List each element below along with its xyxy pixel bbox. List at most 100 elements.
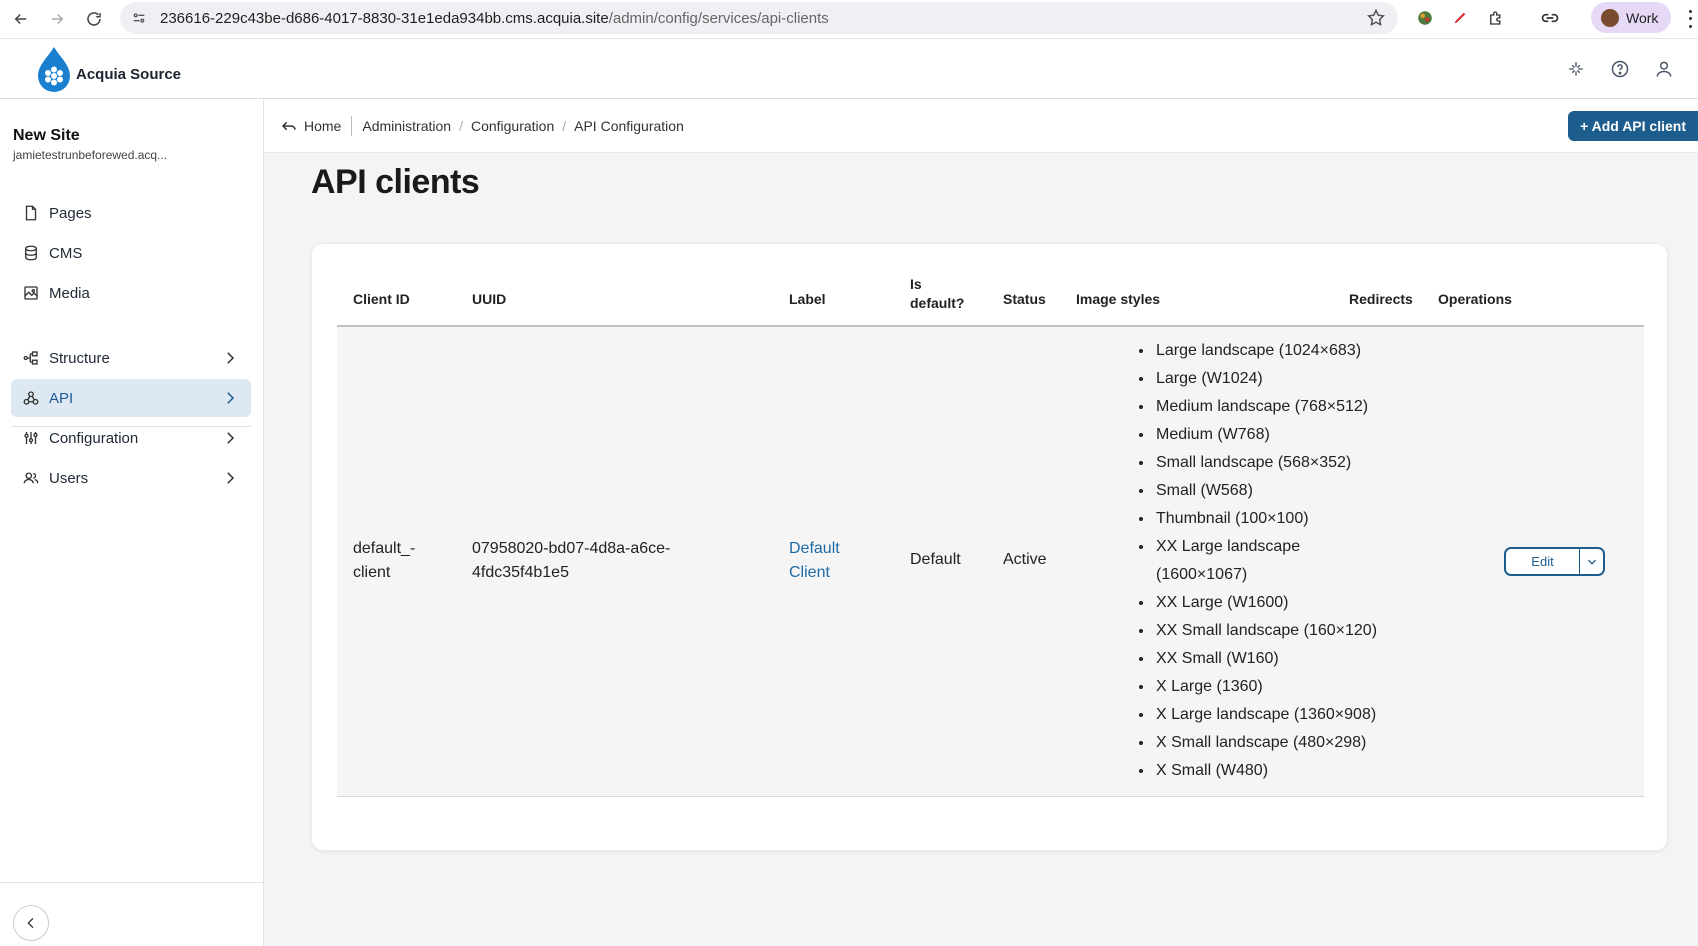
sidebar-item-label: Users <box>49 469 89 487</box>
users-icon <box>21 468 41 488</box>
bookmark-star-icon[interactable] <box>1366 8 1386 28</box>
site-host: jamietestrunbeforewed.acq... <box>13 148 168 162</box>
sidebar-item-label: Media <box>49 284 90 302</box>
app-header: Acquia Source <box>0 39 1698 99</box>
breadcrumb-divider <box>351 115 353 136</box>
column-header-uuid: UUID <box>472 291 507 307</box>
extension-pen-icon[interactable] <box>1448 6 1472 30</box>
page-title: API clients <box>311 163 480 201</box>
client-label-link[interactable]: Default Client <box>789 537 840 585</box>
column-header-operations: Operations <box>1438 291 1512 307</box>
column-header-status: Status <box>1003 291 1046 307</box>
list-item: X Large landscape (1360×908) <box>1154 701 1377 729</box>
add-api-client-button[interactable]: + Add API client <box>1568 111 1698 141</box>
api-clients-table: Client ID UUID Label Is default? Status … <box>311 243 1668 851</box>
column-header-image-styles: Image styles <box>1076 291 1161 307</box>
list-item: X Small (W480) <box>1154 757 1377 785</box>
client-id-line-1: default_- <box>353 540 416 557</box>
list-item: Medium landscape (768×512) <box>1154 393 1377 421</box>
sidebar-item-label: CMS <box>49 244 83 262</box>
breadcrumb-api-configuration[interactable]: API Configuration <box>574 118 684 134</box>
address-bar[interactable]: 236616-229c43be-d686-4017-8830-31e1eda93… <box>120 2 1398 34</box>
sidebar-item-media[interactable]: Media <box>11 274 251 312</box>
forward-arrow-icon[interactable] <box>44 6 70 32</box>
operations-toggle-button[interactable] <box>1579 549 1603 574</box>
site-settings-icon[interactable] <box>128 7 150 29</box>
table-row: default_- client 07958020-bd07-4d8a-a6ce… <box>337 327 1644 797</box>
help-icon[interactable] <box>1608 57 1632 81</box>
cell-is-default: Default <box>910 551 961 568</box>
edit-button[interactable]: Edit <box>1506 549 1579 574</box>
ai-sparkle-icon[interactable] <box>1564 57 1588 81</box>
sidebar-item-label: Structure <box>49 349 110 367</box>
breadcrumb-home[interactable]: Home <box>304 118 341 134</box>
profile-avatar <box>1601 8 1619 27</box>
uuid-line-1: 07958020-bd07-4d8a-a6ce- <box>472 540 671 557</box>
sidebar-item-cms[interactable]: CMS <box>11 234 251 272</box>
extensions-puzzle-icon[interactable] <box>1484 6 1508 30</box>
api-icon <box>21 388 41 408</box>
user-account-icon[interactable] <box>1652 57 1676 81</box>
profile-label: Work <box>1626 9 1659 26</box>
url-path: /admin/config/services/api-clients <box>608 9 829 27</box>
sidebar-item-label: Pages <box>49 204 92 222</box>
acquia-drop-logo-icon <box>38 47 70 92</box>
sidebar-item-users[interactable]: Users <box>11 459 251 497</box>
chevron-right-icon <box>227 352 235 364</box>
column-header-redirects: Redirects <box>1349 291 1413 307</box>
label-line-1: Default <box>789 540 840 557</box>
breadcrumb-configuration[interactable]: Configuration <box>471 118 554 134</box>
back-arrow-icon[interactable] <box>8 6 34 32</box>
list-item: X Small landscape (480×298) <box>1154 729 1377 757</box>
profile-button[interactable]: Work <box>1591 2 1671 33</box>
sidebar-footer <box>0 882 264 946</box>
image-icon <box>21 283 41 303</box>
extension-color-icon[interactable] <box>1413 6 1437 30</box>
url-text: 236616-229c43be-d686-4017-8830-31e1eda93… <box>160 10 829 27</box>
chevron-right-icon <box>227 392 235 404</box>
column-header-client-id: Client ID <box>353 291 410 307</box>
list-item: Medium (W768) <box>1154 421 1377 449</box>
column-header-is-default-line2: default? <box>910 295 965 311</box>
list-item-line-1: XX Large landscape <box>1156 538 1301 555</box>
sidebar-item-label: Configuration <box>49 429 139 447</box>
list-item: Small (W568) <box>1154 477 1377 505</box>
list-item-line-2: (1600×1067) <box>1156 566 1248 583</box>
list-item: Large (W1024) <box>1154 365 1377 393</box>
list-item: Thumbnail (100×100) <box>1154 505 1377 533</box>
list-item: XX Small (W160) <box>1154 645 1377 673</box>
app-name: Acquia Source <box>76 65 182 83</box>
chevron-left-icon <box>27 917 34 929</box>
reload-icon[interactable] <box>81 6 107 32</box>
list-item: Large landscape (1024×683) <box>1154 337 1377 365</box>
database-icon <box>21 243 41 263</box>
list-item: XX Large (W1600) <box>1154 589 1377 617</box>
breadcrumb-separator: / <box>459 117 463 134</box>
client-id-line-2: client <box>353 564 391 581</box>
structure-icon <box>21 348 41 368</box>
breadcrumb: Home Administration / Configuration / AP… <box>264 99 1698 153</box>
list-item: X Large (1360) <box>1154 673 1377 701</box>
table-header: Client ID UUID Label Is default? Status … <box>337 269 1644 327</box>
browser-menu-icon[interactable] <box>1686 8 1694 30</box>
column-header-label: Label <box>789 291 826 307</box>
list-item: Small landscape (568×352) <box>1154 449 1377 477</box>
breadcrumb-separator: / <box>562 117 567 134</box>
return-arrow-icon[interactable] <box>280 117 298 135</box>
app-logo[interactable]: Acquia Source <box>36 45 181 93</box>
url-host: 236616-229c43be-d686-4017-8830-31e1eda93… <box>160 9 609 27</box>
site-name: New Site <box>13 127 80 144</box>
sidebar-item-pages[interactable]: Pages <box>11 194 251 232</box>
list-item: XX Small landscape (160×120) <box>1154 617 1377 645</box>
uuid-line-2: 4fdc35f4b1e5 <box>472 564 569 581</box>
browser-toolbar: 236616-229c43be-d686-4017-8830-31e1eda93… <box>0 0 1698 39</box>
image-styles-list: Large landscape (1024×683) Large (W1024)… <box>1135 337 1377 785</box>
collapse-sidebar-button[interactable] <box>13 905 49 941</box>
sidebar-item-structure[interactable]: Structure <box>11 339 251 377</box>
cell-status: Active <box>1003 551 1047 568</box>
breadcrumb-administration[interactable]: Administration <box>362 118 451 134</box>
link-icon[interactable] <box>1538 6 1562 30</box>
sidebar-item-api[interactable]: API <box>11 379 251 417</box>
column-header-is-default: Is <box>910 276 922 292</box>
sidebar-item-configuration[interactable]: Configuration <box>11 419 251 457</box>
